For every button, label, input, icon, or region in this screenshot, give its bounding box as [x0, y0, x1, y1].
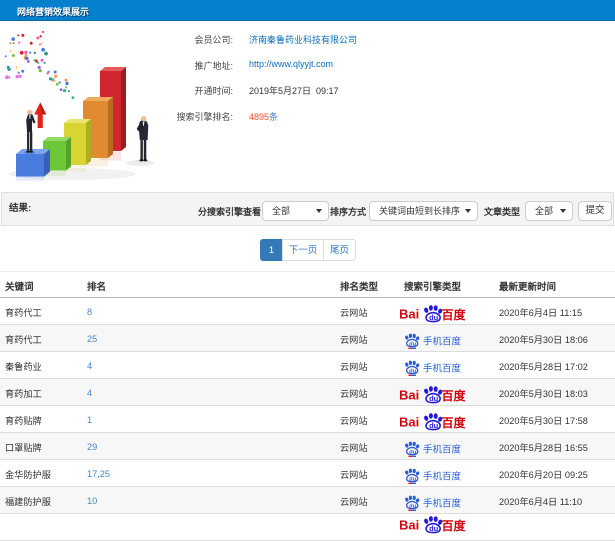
svg-text:手机百度: 手机百度 — [423, 471, 462, 483]
svg-text:百度: 百度 — [442, 388, 467, 403]
svg-text:du: du — [429, 421, 439, 430]
svg-text:du: du — [429, 524, 439, 533]
svg-text:手机百度: 手机百度 — [423, 336, 462, 348]
svg-text:du: du — [409, 342, 417, 348]
svg-text:du: du — [429, 313, 439, 322]
svg-text:百度: 百度 — [442, 415, 467, 430]
svg-text:du: du — [409, 369, 417, 375]
svg-text:手机百度: 手机百度 — [423, 444, 462, 456]
svg-text:du: du — [409, 477, 417, 483]
svg-text:du: du — [409, 504, 417, 510]
svg-text:手机百度: 手机百度 — [423, 363, 462, 375]
svg-text:Bai: Bai — [400, 307, 419, 322]
svg-text:Bai: Bai — [400, 388, 419, 403]
svg-text:Bai: Bai — [400, 415, 419, 430]
svg-text:百度: 百度 — [442, 518, 467, 533]
svg-text:手机百度: 手机百度 — [423, 498, 462, 510]
svg-text:du: du — [429, 394, 439, 403]
svg-text:du: du — [409, 450, 417, 456]
svg-text:百度: 百度 — [442, 307, 467, 322]
